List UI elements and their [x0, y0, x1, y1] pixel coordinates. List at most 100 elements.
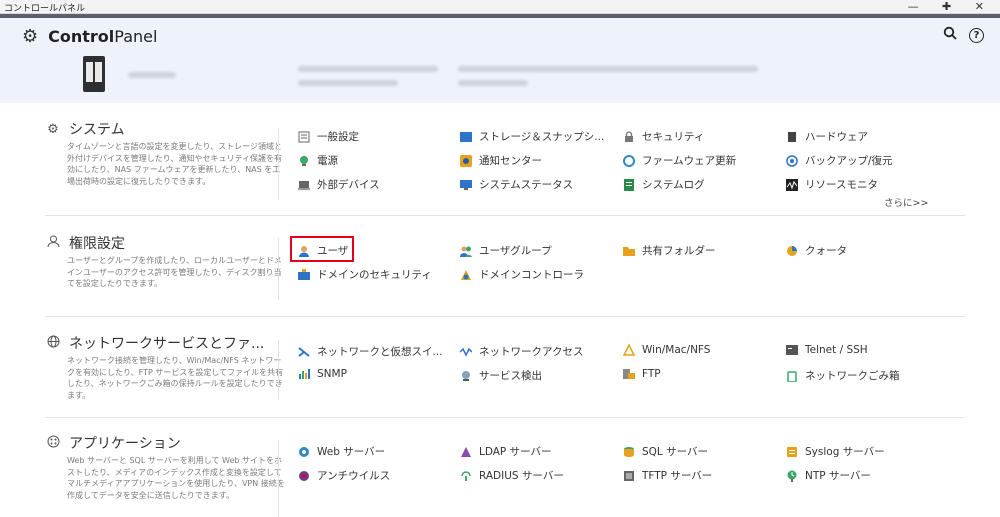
- chart-icon: [297, 368, 310, 380]
- gear-icon: ⚙: [22, 26, 39, 47]
- divider: [278, 238, 279, 300]
- header: ⚙ ControlPanel ?: [0, 18, 1000, 103]
- section-divider: [45, 316, 965, 317]
- item-ftp[interactable]: FTP: [622, 368, 661, 380]
- section-divider: [45, 215, 965, 216]
- item-user-group[interactable]: ユーザグループ: [459, 243, 552, 258]
- domain-security-icon: [297, 268, 310, 281]
- laptop-icon: [297, 179, 310, 191]
- globe-icon: [45, 335, 61, 352]
- recycle-bin-icon: [785, 370, 798, 382]
- header-icons: ?: [943, 26, 984, 44]
- ftp-icon: [622, 368, 635, 380]
- domain-controller-icon: [459, 269, 472, 281]
- ldap-icon: [459, 446, 472, 458]
- item-system-log[interactable]: システムログ: [622, 177, 705, 192]
- network-access-icon: [459, 346, 472, 358]
- item-storage-snapshot[interactable]: ストレージ＆スナップシ...: [459, 129, 604, 144]
- sliders-icon: [297, 131, 310, 143]
- item-network-recycle-bin[interactable]: ネットワークごみ箱: [785, 368, 900, 383]
- window-controls[interactable]: — ✚ ✕: [908, 0, 994, 13]
- item-ntp-server[interactable]: NTP サーバー: [785, 468, 871, 483]
- section-desc-privilege: ユーザーとグループを作成したり、ローカルユーザーとドメインユーザーのアクセス許可…: [67, 256, 282, 288]
- item-domain-controller[interactable]: ドメインコントローラ: [459, 267, 584, 282]
- blurred-info: [298, 80, 398, 86]
- ntp-icon: [785, 470, 798, 482]
- user-group-icon: [459, 245, 472, 257]
- search-icon[interactable]: [943, 26, 957, 44]
- blurred-info: [128, 72, 176, 78]
- item-sql-server[interactable]: SQL サーバー: [622, 444, 708, 459]
- item-backup-restore[interactable]: バックアップ/復元: [785, 153, 893, 168]
- person-icon: [45, 235, 61, 252]
- nas-device-icon: [83, 56, 105, 92]
- item-general-settings[interactable]: 一般設定: [297, 129, 359, 144]
- blurred-info: [298, 66, 438, 72]
- monitor-icon: [459, 179, 472, 191]
- item-power[interactable]: 電源: [297, 153, 338, 168]
- web-icon: [297, 446, 310, 458]
- tftp-icon: [622, 470, 635, 482]
- item-external-device[interactable]: 外部デバイス: [297, 177, 380, 192]
- network-icon: [297, 346, 310, 358]
- section-title-privilege: 権限設定: [45, 233, 125, 253]
- resource-monitor-icon: [785, 178, 798, 191]
- item-telnet-ssh[interactable]: Telnet / SSH: [785, 344, 868, 356]
- database-icon: [622, 446, 635, 458]
- syslog-icon: [785, 446, 798, 458]
- item-win-mac-nfs[interactable]: Win/Mac/NFS: [622, 344, 710, 356]
- item-system-status[interactable]: システムステータス: [459, 177, 573, 192]
- section-desc-system: タイムゾーンと言語の設定を変更したり、ストレージ領域と外付けデバイスを管理したり…: [67, 142, 282, 186]
- quota-icon: [785, 245, 798, 257]
- item-service-discovery[interactable]: サービス検出: [459, 368, 542, 383]
- more-link[interactable]: さらに>>: [884, 195, 928, 209]
- blurred-info: [458, 80, 528, 86]
- item-firmware-update[interactable]: ファームウェア更新: [622, 153, 736, 168]
- item-notification-center[interactable]: 通知センター: [459, 153, 542, 168]
- storage-icon: [459, 131, 472, 143]
- blurred-info: [458, 66, 758, 72]
- item-syslog-server[interactable]: Syslog サーバー: [785, 444, 885, 459]
- win-mac-nfs-icon: [622, 344, 635, 356]
- divider: [278, 340, 279, 400]
- window-title: コントロールパネル: [4, 4, 86, 14]
- item-radius-server[interactable]: RADIUS サーバー: [459, 468, 564, 483]
- item-resource-monitor[interactable]: リソースモニタ: [785, 177, 878, 192]
- brand-name: ControlPanel: [48, 27, 158, 46]
- help-icon[interactable]: ?: [969, 27, 984, 43]
- gear-icon: ⚙: [47, 121, 59, 137]
- item-quota[interactable]: クォータ: [785, 243, 847, 258]
- radius-icon: [459, 470, 472, 482]
- item-domain-security[interactable]: ドメインのセキュリティ: [297, 267, 432, 282]
- brand: ⚙ ControlPanel: [22, 26, 157, 47]
- section-title-network: ネットワークサービスとファ...: [45, 333, 264, 353]
- bulb-icon: [297, 155, 310, 167]
- item-web-server[interactable]: Web サーバー: [297, 444, 385, 459]
- service-discovery-icon: [459, 370, 472, 382]
- section-desc-network: ネットワーク接続を管理したり、Win/Mac/NFS ネットワークを有効にしたり…: [67, 356, 284, 400]
- divider: [278, 440, 279, 517]
- section-divider: [45, 417, 965, 418]
- firmware-icon: [622, 154, 635, 167]
- window-titlebar: コントロールパネル — ✚ ✕: [0, 0, 1000, 14]
- item-network-access[interactable]: ネットワークアクセス: [459, 344, 583, 359]
- hardware-icon: [785, 131, 798, 143]
- item-network-virtual-switch[interactable]: ネットワークと仮想スイ...: [297, 344, 443, 359]
- terminal-icon: [785, 344, 798, 356]
- item-shared-folder[interactable]: 共有フォルダー: [622, 243, 716, 258]
- antivirus-icon: [297, 470, 310, 482]
- section-title-apps: アプリケーション: [45, 433, 181, 453]
- item-antivirus[interactable]: アンチウイルス: [297, 468, 390, 483]
- log-icon: [622, 178, 635, 191]
- notification-icon: [459, 154, 472, 167]
- backup-icon: [785, 154, 798, 167]
- item-snmp[interactable]: SNMP: [297, 368, 347, 380]
- item-ldap-server[interactable]: LDAP サーバー: [459, 444, 552, 459]
- item-hardware[interactable]: ハードウェア: [785, 129, 868, 144]
- item-tftp-server[interactable]: TFTP サーバー: [622, 468, 712, 483]
- divider: [278, 128, 279, 200]
- highlight-box: [290, 236, 354, 262]
- item-security[interactable]: セキュリティ: [622, 129, 704, 144]
- lock-icon: [622, 130, 635, 143]
- section-title-system: ⚙ システム: [45, 119, 124, 139]
